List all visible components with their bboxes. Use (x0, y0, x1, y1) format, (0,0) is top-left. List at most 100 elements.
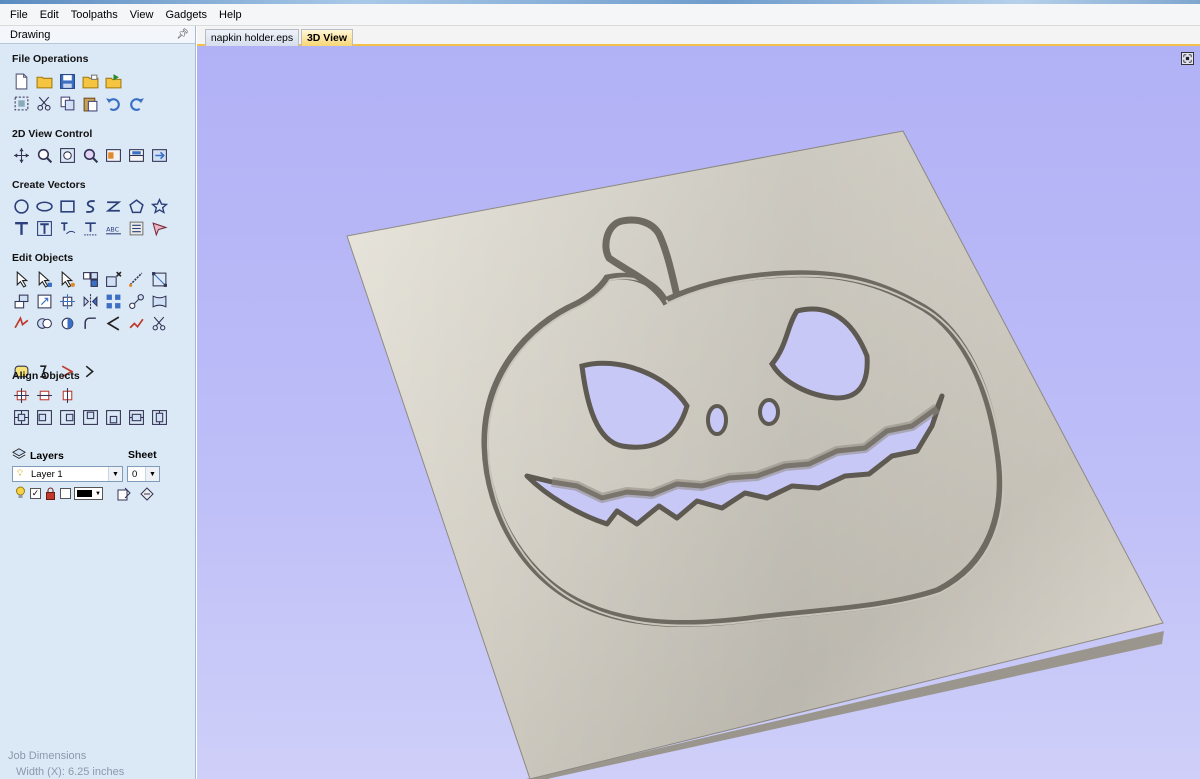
align-top-icon[interactable] (79, 406, 102, 428)
save-icon[interactable] (56, 70, 79, 92)
select-all-icon[interactable] (10, 92, 33, 114)
pan-icon[interactable] (10, 144, 33, 166)
align-center-icon[interactable] (10, 384, 33, 406)
text-on-curve-icon[interactable] (56, 217, 79, 239)
fit-text-icon[interactable] (125, 217, 148, 239)
new-file-icon[interactable] (10, 70, 33, 92)
sheet-label: Sheet (128, 449, 157, 461)
subtract-icon[interactable] (33, 312, 56, 334)
lightbulb-icon: 💡︎ (17, 468, 24, 478)
abc-text-icon[interactable]: ABC (102, 217, 125, 239)
distribute-horizontal-icon[interactable] (125, 406, 148, 428)
rotate-icon[interactable] (56, 290, 79, 312)
copy-icon[interactable] (56, 92, 79, 114)
select-arrow-icon[interactable] (10, 268, 33, 290)
layer-color-swatch (77, 490, 92, 497)
trace-bitmap-icon[interactable] (148, 217, 171, 239)
chevron-down-icon: ▼ (95, 490, 101, 497)
menu-toolpaths[interactable]: Toolpaths (65, 9, 124, 21)
layers-icon (11, 447, 27, 461)
text-box-icon[interactable] (33, 217, 56, 239)
align-hcenter-icon[interactable] (56, 384, 79, 406)
curve-icon[interactable] (102, 195, 125, 217)
trim-icon[interactable] (148, 312, 171, 334)
chevron-down-icon: ▼ (145, 467, 159, 481)
sheet-select[interactable]: 0 ▼ (127, 466, 160, 482)
group-icon[interactable] (79, 268, 102, 290)
align-left-icon[interactable] (33, 406, 56, 428)
view-toggle-icon[interactable] (148, 144, 171, 166)
chevron-down-icon: ▼ (108, 467, 122, 481)
layer-manager-icon[interactable] (116, 486, 132, 502)
curve-fit-icon[interactable] (125, 312, 148, 334)
edit-objects-row-2 (10, 290, 171, 312)
polyline-icon[interactable] (79, 195, 102, 217)
ungroup-icon[interactable] (102, 268, 125, 290)
size-icon[interactable] (33, 290, 56, 312)
tab-napkin-holder[interactable]: napkin holder.eps (205, 29, 299, 46)
intersect-icon[interactable] (56, 312, 79, 334)
text-arc-icon[interactable] (79, 217, 102, 239)
3d-viewport[interactable] (197, 46, 1200, 779)
weld-icon[interactable] (10, 312, 33, 334)
document-tab-bar: napkin holder.eps 3D View (197, 26, 1200, 46)
open-recent-icon[interactable] (79, 70, 102, 92)
smooth-icon[interactable] (79, 360, 102, 382)
node-edit-icon[interactable] (33, 268, 56, 290)
move-icon[interactable] (10, 290, 33, 312)
cut-icon[interactable] (33, 92, 56, 114)
redo-icon[interactable] (125, 92, 148, 114)
ellipse-icon[interactable] (33, 195, 56, 217)
transform-icon[interactable] (56, 268, 79, 290)
align-right-icon[interactable] (56, 406, 79, 428)
zoom-box-icon[interactable] (56, 144, 79, 166)
menu-file[interactable]: File (4, 9, 34, 21)
tab-3d-view[interactable]: 3D View (301, 29, 353, 46)
layer-select[interactable]: 💡︎ Layer 1 ▼ (12, 466, 123, 482)
edit-objects-row-1 (10, 268, 171, 290)
nest-icon[interactable] (125, 290, 148, 312)
import-icon[interactable] (102, 70, 125, 92)
zoom-selection-icon[interactable] (79, 144, 102, 166)
layer-visibility-icon[interactable] (15, 486, 26, 500)
array-copy-icon[interactable] (102, 290, 125, 312)
zoom-in-icon[interactable] (33, 144, 56, 166)
menu-bar: File Edit Toolpaths View Gadgets Help (0, 4, 1200, 26)
measure-icon[interactable] (125, 268, 148, 290)
align-vcenter-icon[interactable] (33, 384, 56, 406)
layer-color-select[interactable]: ▼ (74, 487, 103, 500)
layer-options-icon[interactable] (139, 486, 155, 502)
nose-left-cutout (706, 404, 728, 436)
distort-icon[interactable] (148, 290, 171, 312)
view-control-row (10, 144, 171, 166)
star-icon[interactable] (148, 195, 171, 217)
pin-icon[interactable]: 📌︎ (176, 29, 189, 40)
layer-lock-checkbox[interactable] (60, 488, 71, 499)
layer-visible-checkbox[interactable]: ✓ (30, 488, 41, 499)
drawing-panel: Drawing 📌︎ File Operations 2D View Contr… (0, 26, 196, 779)
paste-icon[interactable] (79, 92, 102, 114)
section-edit-objects: Edit Objects (12, 252, 74, 264)
svg-text:ABC: ABC (106, 225, 120, 233)
view-split-icon[interactable] (125, 144, 148, 166)
view-left-icon[interactable] (102, 144, 125, 166)
layer-lock-icon[interactable] (45, 487, 56, 500)
align-center-page-icon[interactable] (10, 406, 33, 428)
menu-edit[interactable]: Edit (34, 9, 65, 21)
fillet-icon[interactable] (79, 312, 102, 334)
join-icon[interactable] (102, 312, 125, 334)
align-bottom-icon[interactable] (102, 406, 125, 428)
menu-help[interactable]: Help (213, 9, 248, 21)
file-ops-row-1 (10, 70, 125, 92)
undo-icon[interactable] (102, 92, 125, 114)
menu-gadgets[interactable]: Gadgets (159, 9, 213, 21)
distribute-vertical-icon[interactable] (148, 406, 171, 428)
mirror-icon[interactable] (79, 290, 102, 312)
open-folder-icon[interactable] (33, 70, 56, 92)
rectangle-icon[interactable] (56, 195, 79, 217)
menu-view[interactable]: View (124, 9, 160, 21)
text-icon[interactable] (10, 217, 33, 239)
circle-icon[interactable] (10, 195, 33, 217)
polygon-icon[interactable] (125, 195, 148, 217)
scale-icon[interactable] (148, 268, 171, 290)
